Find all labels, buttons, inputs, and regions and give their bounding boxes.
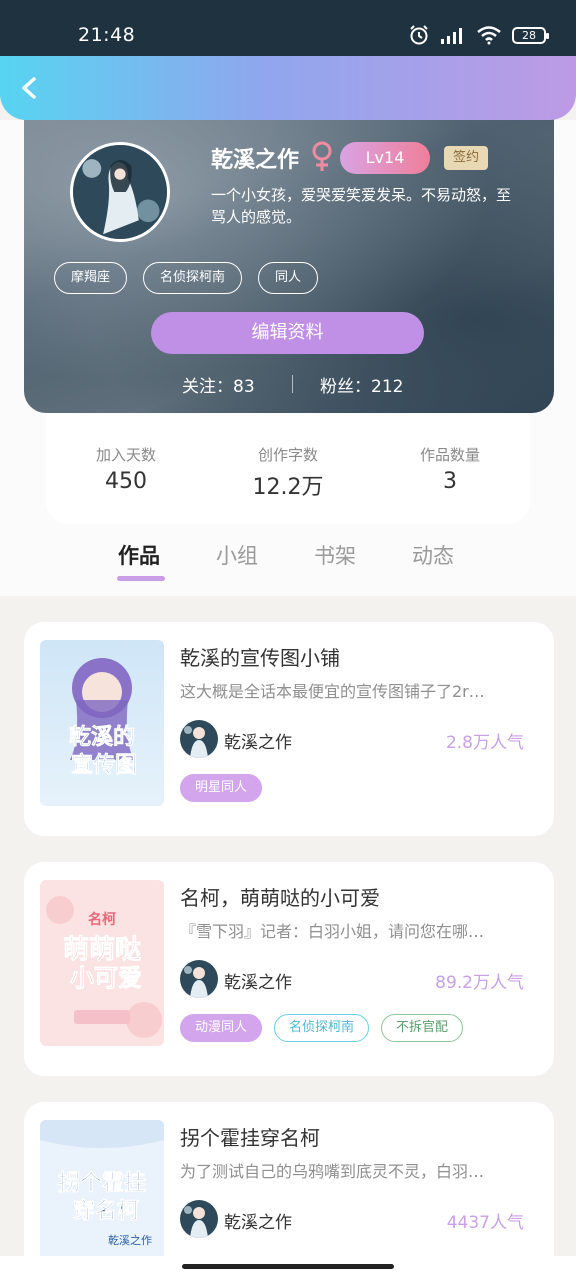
tab-bookshelf[interactable]: 书架 (314, 540, 356, 570)
popularity-count: 2.8万人气 (445, 733, 524, 753)
popularity-count: 4437人气 (446, 1213, 524, 1233)
book-description: 为了测试自己的乌鸦嘴到底灵不灵，白羽… (180, 1162, 485, 1181)
author-avatar-image (180, 720, 218, 758)
author-name[interactable]: 乾溪之作 (224, 728, 292, 753)
book-title[interactable]: 拐个霍挂穿名柯 (180, 1122, 320, 1151)
avatar[interactable] (70, 142, 170, 242)
cover-title-1: 乾溪的 (69, 724, 135, 750)
wifi-icon (477, 26, 501, 45)
signal-icon (441, 28, 462, 44)
stat-label: 创作字数 (257, 446, 318, 464)
book-title[interactable]: 名柯，萌萌哒的小可爱 (180, 882, 380, 911)
book-tag[interactable]: 名侦探柯南 (274, 1014, 370, 1042)
follow-row: 关注：83 粉丝：212 (24, 372, 554, 397)
avatar-image (73, 145, 167, 239)
username: 乾溪之作 (211, 148, 300, 173)
following-count[interactable]: 关注：83 (182, 372, 255, 397)
author-avatar[interactable] (180, 720, 218, 758)
edit-profile-button[interactable]: 编辑资料 (151, 312, 424, 354)
status-time: 21:48 (78, 24, 136, 46)
header-bar (0, 56, 576, 120)
stats-card: 加入天数 450 创作字数 12.2万 作品数量 3 (46, 402, 530, 524)
bio-line-2: 骂人的感觉。 (211, 208, 302, 226)
tab-bar: 作品 小组 书架 动态 (0, 524, 576, 596)
chevron-left-icon (22, 77, 36, 99)
book-cover[interactable]: 乾溪的 宣传图 (40, 640, 164, 806)
profile-tag[interactable]: 名侦探柯南 (143, 262, 243, 294)
alarm-icon (410, 25, 428, 45)
level-badge: Lv14 (340, 142, 430, 174)
book-tag[interactable]: 明星同人 (180, 774, 263, 802)
stat-label: 加入天数 (95, 446, 156, 464)
author-name[interactable]: 乾溪之作 (224, 1208, 292, 1233)
author-avatar[interactable] (180, 960, 218, 998)
stat-value: 3 (443, 469, 457, 494)
profile-bio: 一个小女孩，爱哭爱笑爱发呆。不易动怒，至 骂人的感觉。 (211, 184, 551, 228)
tab-indicator (117, 576, 165, 581)
bio-line-1: 一个小女孩，爱哭爱笑爱发呆。不易动怒，至 (211, 186, 512, 204)
cover-image: 名柯 萌萌哒 小可爱 (40, 880, 164, 1046)
cover-title-top: 名柯 (88, 911, 116, 928)
status-icons: 28 (408, 24, 549, 46)
cover-title-2: 穿名柯 (73, 1198, 139, 1224)
stat-word-count: 创作字数 12.2万 (218, 444, 358, 501)
author-avatar-image (180, 1200, 218, 1238)
book-tags: 动漫同人 名侦探柯南 不拆官配 (180, 1014, 464, 1042)
book-tags: 明星同人 (180, 774, 263, 802)
cover-signature: 乾溪之作 (108, 1233, 152, 1247)
popularity-count: 89.2万人气 (435, 973, 524, 993)
female-icon (312, 141, 332, 171)
stat-join-days: 加入天数 450 (56, 444, 196, 494)
profile-tag[interactable]: 同人 (258, 262, 319, 294)
book-cover[interactable]: 名柯 萌萌哒 小可爱 (40, 880, 164, 1046)
book-card[interactable]: 乾溪的 宣传图 乾溪的宣传图小铺 这大概是全话本最便宜的宣传图铺子了2r… 乾溪… (24, 622, 554, 836)
cover-title-2: 宣传图 (71, 752, 137, 778)
author-avatar[interactable] (180, 1200, 218, 1238)
back-button[interactable] (12, 70, 48, 106)
tab-activity[interactable]: 动态 (412, 540, 454, 570)
book-title[interactable]: 乾溪的宣传图小铺 (180, 642, 340, 671)
divider (292, 375, 293, 393)
profile-tag[interactable]: 摩羯座 (54, 262, 128, 294)
book-tag[interactable]: 动漫同人 (180, 1014, 263, 1042)
author-avatar-image (180, 960, 218, 998)
book-description: 『雪下羽』记者：白羽小姐，请问您在哪… (180, 922, 485, 941)
cover-title-2: 小可爱 (70, 964, 142, 992)
stat-label: 作品数量 (419, 446, 480, 464)
stat-works-count: 作品数量 3 (380, 444, 520, 494)
status-bar: 21:48 28 (0, 0, 576, 56)
profile-card: 乾溪之作 Lv14 签约 一个小女孩，爱哭爱笑爱发呆。不易动怒，至 骂人的感觉。… (24, 96, 554, 413)
home-indicator[interactable] (182, 1264, 394, 1269)
cover-title-1: 萌萌哒 (63, 935, 141, 965)
fans-count[interactable]: 粉丝：212 (320, 372, 403, 397)
book-description: 这大概是全话本最便宜的宣传图铺子了2r… (180, 682, 485, 701)
signed-badge: 签约 (444, 146, 488, 170)
cover-title-1: 拐个霍挂 (58, 1170, 146, 1196)
book-card[interactable]: 拐个霍挂 穿名柯 乾溪之作 拐个霍挂穿名柯 为了测试自己的乌鸦嘴到底灵不灵，白羽… (24, 1102, 554, 1280)
tab-groups[interactable]: 小组 (216, 540, 258, 570)
tab-works[interactable]: 作品 (118, 540, 160, 570)
author-name[interactable]: 乾溪之作 (224, 968, 292, 993)
cover-image: 乾溪的 宣传图 (40, 640, 164, 806)
profile-tags: 摩羯座 名侦探柯南 同人 (54, 262, 319, 294)
book-card[interactable]: 名柯 萌萌哒 小可爱 名柯，萌萌哒的小可爱 『雪下羽』记者：白羽小姐，请问您在哪… (24, 862, 554, 1076)
stat-value: 450 (105, 469, 147, 494)
book-tag[interactable]: 不拆官配 (381, 1014, 464, 1042)
battery-icon: 28 (512, 26, 549, 44)
stat-value: 12.2万 (252, 475, 324, 500)
